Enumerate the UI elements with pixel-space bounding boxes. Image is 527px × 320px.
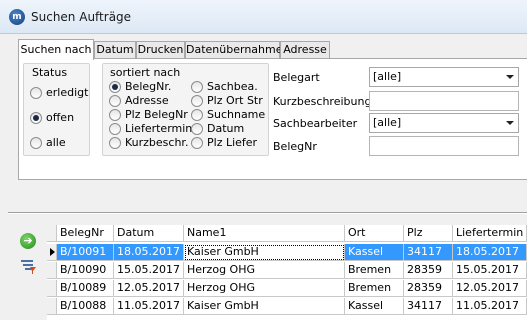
- window-title: Suchen Aufträge: [31, 10, 132, 24]
- title-bar: m Suchen Aufträge: [0, 0, 527, 34]
- chevron-down-icon: [506, 75, 514, 79]
- current-row-icon: [50, 248, 55, 256]
- column-header-datum[interactable]: Datum: [114, 225, 184, 242]
- radio-circle: [191, 109, 203, 121]
- column-header-ort[interactable]: Ort: [345, 225, 404, 242]
- table-cell[interactable]: Kassel: [345, 244, 404, 261]
- sort-radio-label: Suchname: [207, 108, 266, 121]
- table-cell[interactable]: B/10090: [57, 262, 114, 279]
- sort-radio-label: Kurzbeschr.: [125, 136, 189, 149]
- table-cell[interactable]: B/10088: [57, 298, 114, 315]
- radio-circle: [109, 137, 121, 149]
- radio-circle: [30, 87, 42, 99]
- table-cell[interactable]: Bremen: [345, 262, 404, 279]
- orders-table: BelegNr Datum Name1 Ort Plz Liefertermin…: [47, 225, 527, 320]
- belegart-label: Belegart: [273, 71, 320, 84]
- column-header-belegnr[interactable]: BelegNr: [57, 225, 114, 242]
- go-arrow-icon[interactable]: ➔: [20, 233, 36, 249]
- radio-circle: [109, 123, 121, 135]
- table-cell[interactable]: 28359: [404, 280, 453, 297]
- table-cell[interactable]: Herzog OHG: [184, 280, 345, 297]
- sort-radio-label: Plz Liefer: [207, 136, 258, 149]
- belegart-select[interactable]: [alle]: [369, 67, 519, 87]
- radio-circle: [109, 95, 121, 107]
- sort-radio-label: Plz BelegNr: [125, 108, 188, 121]
- status-radio-label: erledigt: [46, 86, 89, 99]
- column-header-liefertermin[interactable]: Liefertermin: [453, 225, 527, 242]
- belegnr-input[interactable]: [369, 136, 519, 156]
- table-cell[interactable]: Bremen: [345, 280, 404, 297]
- belegnr-label: BelegNr: [273, 140, 317, 153]
- belegart-value: [alle]: [373, 70, 402, 83]
- table-cell[interactable]: 12.05.2017: [114, 280, 184, 297]
- table-cell[interactable]: B/10089: [57, 280, 114, 297]
- row-indicator[interactable]: [47, 280, 57, 297]
- table-cell[interactable]: Kaiser GmbH: [184, 298, 345, 315]
- table-cell[interactable]: 15.05.2017: [114, 262, 184, 279]
- splitter[interactable]: [8, 212, 527, 214]
- sachbearbeiter-label: Sachbearbeiter: [273, 117, 358, 130]
- radio-circle: [109, 81, 121, 93]
- radio-circle: [30, 137, 42, 149]
- sachbearbeiter-value: [alle]: [373, 116, 402, 129]
- radio-circle: [191, 81, 203, 93]
- tab-datum[interactable]: Datum: [94, 41, 136, 59]
- tab-datenuebernahme[interactable]: Datenübernahme: [185, 41, 282, 59]
- row-indicator[interactable]: [47, 262, 57, 279]
- sachbearbeiter-select[interactable]: [alle]: [369, 113, 519, 133]
- filter-icon[interactable]: [20, 258, 37, 275]
- column-header-plz[interactable]: Plz: [404, 225, 453, 242]
- table-cell[interactable]: 18.05.2017: [453, 244, 527, 261]
- status-group: Status erledigt offen alle: [23, 63, 90, 156]
- sort-radio-label: Adresse: [125, 94, 169, 107]
- table-cell[interactable]: Kaiser GmbH: [184, 244, 345, 261]
- tab-drucken[interactable]: Drucken: [136, 41, 185, 59]
- table-cell[interactable]: B/10091: [57, 244, 114, 261]
- tab-adresse[interactable]: Adresse: [280, 41, 330, 59]
- chevron-down-icon: [506, 121, 514, 125]
- sort-radio-label: Sachbea.: [207, 80, 258, 93]
- row-indicator[interactable]: [47, 244, 57, 261]
- table-cell[interactable]: 34117: [404, 298, 453, 315]
- kurzbeschreibung-label: Kurzbeschreibung: [273, 95, 372, 108]
- status-radio-label: offen: [46, 111, 75, 124]
- tab-suchen-nach[interactable]: Suchen nach: [18, 39, 94, 60]
- table-cell[interactable]: 11.05.2017: [453, 298, 527, 315]
- table-cell[interactable]: 12.05.2017: [453, 280, 527, 297]
- app-logo-icon[interactable]: m: [9, 9, 25, 25]
- table-cell[interactable]: Herzog OHG: [184, 262, 345, 279]
- table-cell[interactable]: 18.05.2017: [114, 244, 184, 261]
- radio-circle: [109, 109, 121, 121]
- radio-circle: [191, 123, 203, 135]
- table-cell[interactable]: Kassel: [345, 298, 404, 315]
- radio-circle: [30, 112, 42, 124]
- sort-radio-label: Datum: [207, 122, 245, 135]
- table-cell[interactable]: 11.05.2017: [114, 298, 184, 315]
- kurzbeschreibung-input[interactable]: [369, 91, 519, 111]
- sort-radio-label: Liefertermin: [125, 122, 193, 135]
- sort-group: sortiert nach BelegNr. Adresse Plz Beleg…: [102, 63, 269, 156]
- status-group-label: Status: [32, 66, 68, 79]
- table-cell[interactable]: 15.05.2017: [453, 262, 527, 279]
- search-panel: Status erledigt offen alle sortiert nach…: [18, 58, 527, 180]
- sort-group-label: sortiert nach: [110, 66, 181, 79]
- table-cell[interactable]: 28359: [404, 262, 453, 279]
- status-radio-label: alle: [46, 136, 66, 149]
- row-header-corner: [47, 225, 57, 242]
- column-header-name1[interactable]: Name1: [184, 225, 345, 242]
- sort-radio-label: Plz Ort Str: [207, 94, 263, 107]
- row-indicator[interactable]: [47, 298, 57, 315]
- radio-circle: [191, 137, 203, 149]
- table-cell[interactable]: 34117: [404, 244, 453, 261]
- radio-circle: [191, 95, 203, 107]
- sort-radio-label: BelegNr.: [125, 80, 172, 93]
